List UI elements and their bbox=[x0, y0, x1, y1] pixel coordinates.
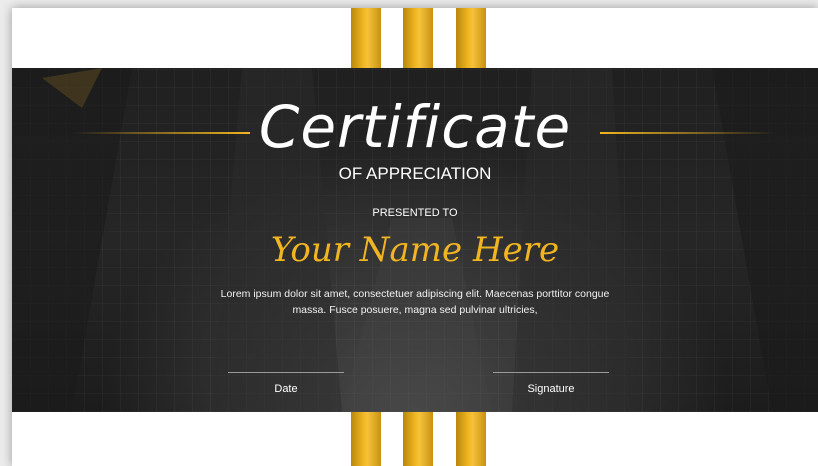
certificate-subtitle: OF APPRECIATION bbox=[338, 164, 492, 183]
certificate-title: Certificate bbox=[258, 93, 572, 161]
gold-stripe-bottom bbox=[456, 412, 486, 466]
gold-stripe-top bbox=[456, 8, 486, 68]
page: Certificate OF APPRECIATION PRESENTED TO… bbox=[0, 0, 818, 466]
gold-stripe-top bbox=[403, 8, 433, 68]
gold-stripe-bottom bbox=[351, 412, 381, 466]
gold-stripe-top bbox=[351, 8, 381, 68]
body-text-line: Lorem ipsum dolor sit amet, consectetuer… bbox=[220, 288, 610, 300]
certificate-card[interactable]: Certificate OF APPRECIATION PRESENTED TO… bbox=[12, 8, 818, 466]
gold-stripe-bottom bbox=[403, 412, 433, 466]
date-label: Date bbox=[274, 383, 298, 395]
body-text-line: massa. Fusce posuere, magna sed pulvinar… bbox=[292, 304, 538, 316]
date-line bbox=[228, 372, 344, 373]
signature-label: Signature bbox=[527, 383, 575, 395]
recipient-name[interactable]: Your Name Here bbox=[12, 228, 818, 272]
signature-line bbox=[493, 372, 609, 373]
certificate-body-text: Lorem ipsum dolor sit amet, consectetuer… bbox=[192, 286, 638, 318]
presented-to-label: PRESENTED TO bbox=[372, 207, 458, 219]
